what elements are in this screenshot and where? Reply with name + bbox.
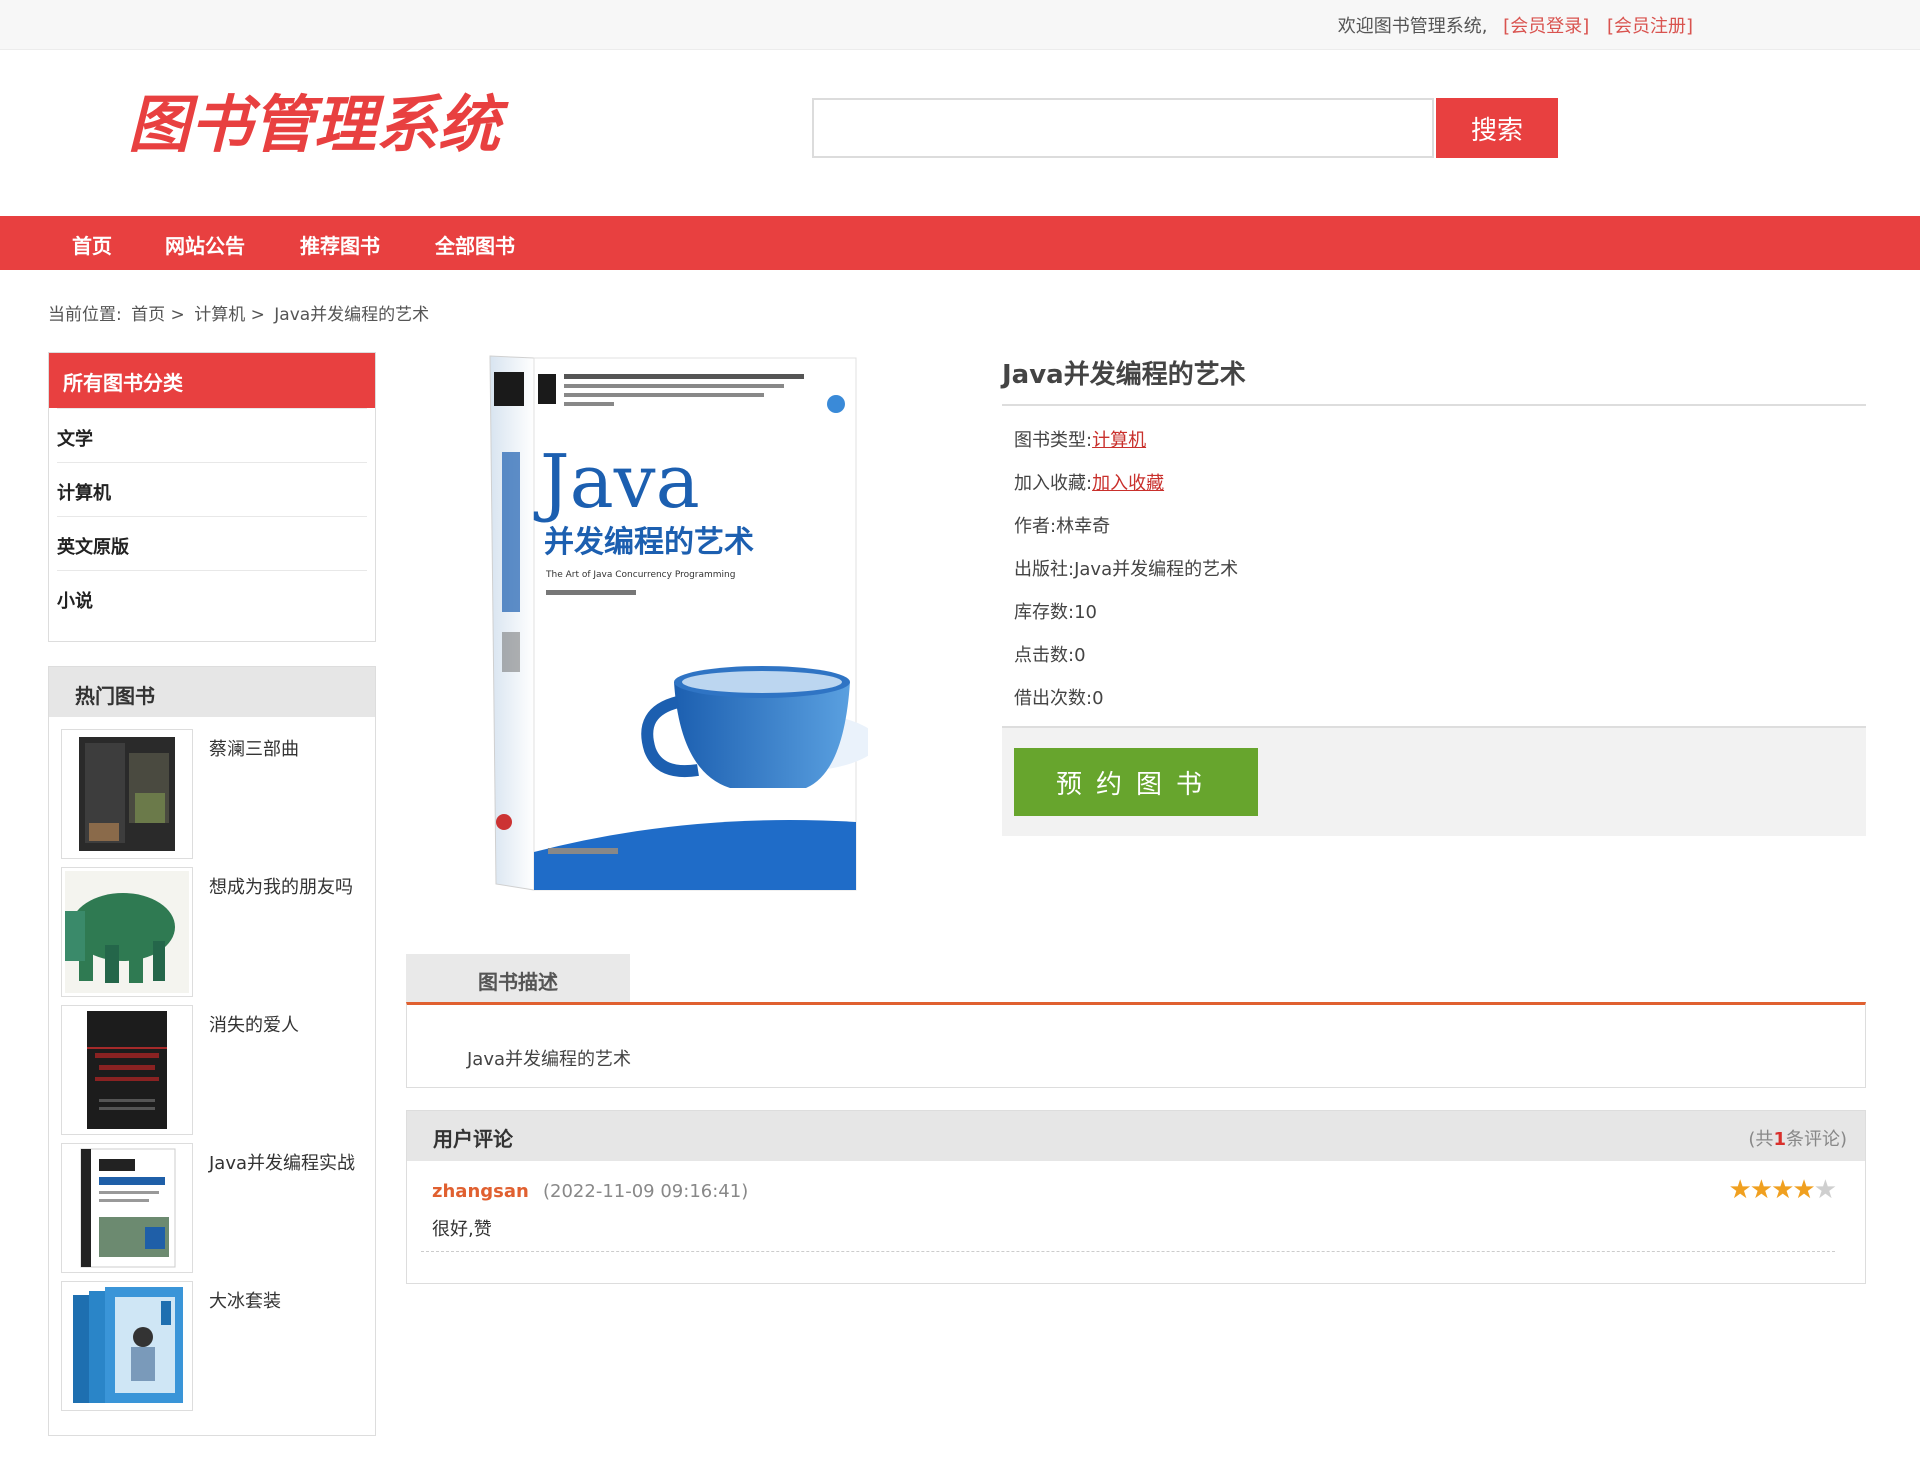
add-favorite-link[interactable]: 加入收藏 bbox=[1092, 473, 1164, 494]
description-panel: Java并发编程的艺术 bbox=[406, 1002, 1866, 1088]
count-suffix: 条评论) bbox=[1785, 1129, 1847, 1150]
stock-value: 10 bbox=[1074, 602, 1097, 623]
comment-time: (2022-11-09 09:16:41) bbox=[543, 1181, 749, 1202]
hot-book-item[interactable]: 消失的爱人 bbox=[61, 1005, 371, 1137]
category-item[interactable]: 文学 bbox=[57, 408, 367, 462]
comments-count: (共1条评论) bbox=[1748, 1125, 1847, 1151]
logo-text: 图书管理系统 bbox=[128, 88, 509, 160]
hot-book-title[interactable]: 大冰套装 bbox=[209, 1287, 281, 1313]
reserve-book-button[interactable]: 预约图书 bbox=[1014, 748, 1258, 816]
site-logo[interactable]: 图书管理系统 bbox=[128, 82, 512, 161]
hot-book-thumbnail[interactable] bbox=[61, 1281, 193, 1411]
info-row-favorite: 加入收藏:加入收藏 bbox=[1014, 469, 1164, 495]
category-panel: 所有图书分类 文学 计算机 英文原版 小说 bbox=[48, 352, 376, 642]
hot-book-title[interactable]: Java并发编程实战 bbox=[209, 1149, 355, 1175]
count-number: 1 bbox=[1773, 1129, 1786, 1150]
hot-book-item[interactable]: 蔡澜三部曲 bbox=[61, 729, 371, 861]
welcome-area: 欢迎图书管理系统, [会员登录] [会员注册] bbox=[1338, 12, 1693, 38]
description-text: Java并发编程的艺术 bbox=[467, 1049, 632, 1070]
author-label: 作者: bbox=[1014, 516, 1057, 537]
tab-description[interactable]: 图书描述 bbox=[406, 954, 630, 1004]
login-link[interactable]: [会员登录] bbox=[1503, 16, 1589, 37]
borrow-value: 0 bbox=[1092, 688, 1104, 709]
publisher-label: 出版社: bbox=[1014, 559, 1075, 580]
clicks-value: 0 bbox=[1074, 645, 1086, 666]
info-row-publisher: 出版社:Java并发编程的艺术 bbox=[1014, 555, 1238, 581]
comment-divider bbox=[421, 1251, 1835, 1252]
info-row-type: 图书类型:计算机 bbox=[1014, 426, 1146, 452]
book-title: Java并发编程的艺术 bbox=[1002, 360, 1246, 390]
star-filled-icon: ★ bbox=[1728, 1175, 1751, 1205]
hot-book-title[interactable]: 消失的爱人 bbox=[209, 1011, 299, 1037]
count-prefix: (共 bbox=[1748, 1129, 1774, 1150]
nav-item-home[interactable]: 首页 bbox=[72, 230, 112, 259]
breadcrumb-prefix: 当前位置: bbox=[48, 305, 122, 325]
top-bar: 欢迎图书管理系统, [会员登录] [会员注册] bbox=[0, 0, 1920, 50]
type-link[interactable]: 计算机 bbox=[1092, 430, 1146, 451]
title-divider bbox=[1002, 404, 1866, 406]
star-filled-icon: ★ bbox=[1771, 1175, 1794, 1205]
category-item[interactable]: 小说 bbox=[57, 570, 367, 624]
hot-books-title: 热门图书 bbox=[49, 667, 375, 717]
info-row-clicks: 点击数:0 bbox=[1014, 641, 1086, 667]
comments-panel: 用户评论 (共1条评论) zhangsan (2022-11-09 09:16:… bbox=[406, 1110, 1866, 1284]
hot-book-item[interactable]: 大冰套装 bbox=[61, 1281, 371, 1413]
author-value: 林幸奇 bbox=[1056, 516, 1111, 537]
publisher-value: Java并发编程的艺术 bbox=[1074, 559, 1239, 580]
favorite-label: 加入收藏: bbox=[1014, 473, 1093, 494]
search-button[interactable]: 搜索 bbox=[1436, 98, 1558, 158]
rating-stars: ★★★★★ bbox=[1728, 1175, 1837, 1205]
breadcrumb-home[interactable]: 首页 > bbox=[131, 305, 185, 325]
category-item[interactable]: 计算机 bbox=[57, 462, 367, 516]
search-input[interactable] bbox=[812, 98, 1434, 158]
hot-book-title[interactable]: 想成为我的朋友吗 bbox=[209, 873, 353, 899]
info-row-stock: 库存数:10 bbox=[1014, 598, 1097, 624]
main-nav: 首页 网站公告 推荐图书 全部图书 bbox=[0, 216, 1920, 270]
nav-item-all-books[interactable]: 全部图书 bbox=[435, 230, 515, 259]
breadcrumb-current: Java并发编程的艺术 bbox=[274, 305, 430, 325]
breadcrumb: 当前位置: 首页 > 计算机 > Java并发编程的艺术 bbox=[48, 300, 433, 325]
comments-header: 用户评论 (共1条评论) bbox=[407, 1111, 1865, 1161]
borrow-label: 借出次数: bbox=[1014, 688, 1093, 709]
star-filled-icon: ★ bbox=[1749, 1175, 1773, 1205]
hot-book-item[interactable]: Java并发编程实战 bbox=[61, 1143, 371, 1275]
breadcrumb-category[interactable]: 计算机 > bbox=[194, 305, 265, 325]
stock-label: 库存数: bbox=[1014, 602, 1075, 623]
hot-book-thumbnail[interactable] bbox=[61, 1005, 193, 1135]
star-filled-icon: ★ bbox=[1792, 1175, 1815, 1205]
cover-java-text: Java bbox=[533, 439, 700, 525]
comments-title: 用户评论 bbox=[433, 1127, 513, 1151]
category-item[interactable]: 英文原版 bbox=[57, 516, 367, 570]
register-link[interactable]: [会员注册] bbox=[1607, 16, 1693, 37]
type-label: 图书类型: bbox=[1014, 430, 1093, 451]
reserve-area: 预约图书 bbox=[1002, 726, 1866, 836]
comment-text: 很好,赞 bbox=[432, 1219, 492, 1240]
cover-english-text: The Art of Java Concurrency Programming bbox=[545, 570, 735, 580]
book-cover: Java 并发编程的艺术 The Art of Java Concurrency… bbox=[488, 352, 878, 892]
cover-title-text: 并发编程的艺术 bbox=[544, 525, 754, 560]
hot-book-thumbnail[interactable] bbox=[61, 867, 193, 997]
clicks-label: 点击数: bbox=[1014, 645, 1075, 666]
nav-item-announcements[interactable]: 网站公告 bbox=[165, 230, 245, 259]
info-row-author: 作者:林幸奇 bbox=[1014, 512, 1110, 538]
category-panel-title: 所有图书分类 bbox=[49, 353, 375, 408]
welcome-text: 欢迎图书管理系统, bbox=[1337, 16, 1488, 37]
hot-book-thumbnail[interactable] bbox=[61, 729, 193, 859]
info-row-borrow: 借出次数:0 bbox=[1014, 684, 1104, 710]
hot-books-panel: 热门图书 蔡澜三部曲 想成为我的朋友吗 消失的爱人 Java并发编程实战 大冰套… bbox=[48, 666, 376, 1436]
hot-book-thumbnail[interactable] bbox=[61, 1143, 193, 1273]
star-empty-icon: ★ bbox=[1813, 1175, 1837, 1205]
hot-book-title[interactable]: 蔡澜三部曲 bbox=[209, 735, 299, 761]
comment-user[interactable]: zhangsan bbox=[432, 1181, 529, 1202]
hot-book-item[interactable]: 想成为我的朋友吗 bbox=[61, 867, 371, 999]
nav-item-recommended[interactable]: 推荐图书 bbox=[300, 230, 380, 259]
